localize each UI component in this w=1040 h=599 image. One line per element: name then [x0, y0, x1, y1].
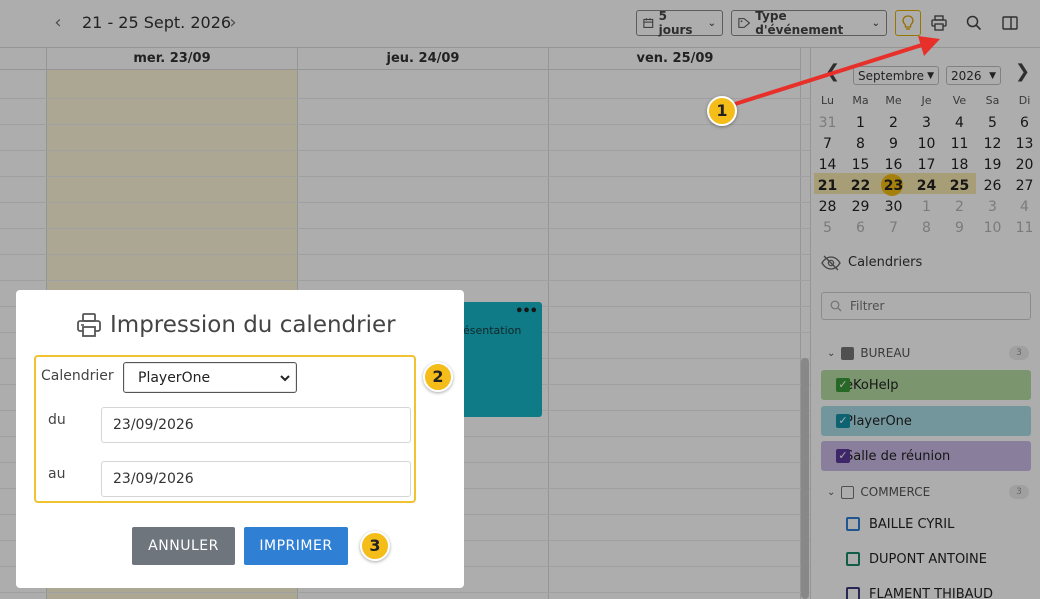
calendar-select[interactable]: PlayerOne: [123, 362, 297, 393]
step-marker-2: 2: [423, 362, 453, 392]
from-date-input[interactable]: 23/09/2026: [101, 407, 411, 443]
print-dialog: Impression du calendrier Calendrier Play…: [16, 290, 464, 588]
dialog-header: Impression du calendrier: [76, 312, 396, 338]
print-submit-button[interactable]: IMPRIMER: [244, 527, 348, 565]
chevron-down-icon: [280, 374, 290, 381]
from-date-label: du: [48, 412, 66, 428]
dialog-title: Impression du calendrier: [110, 312, 396, 338]
to-date-label: au: [48, 466, 66, 482]
to-date-input[interactable]: 23/09/2026: [101, 461, 411, 497]
cancel-button[interactable]: ANNULER: [132, 527, 235, 565]
calendar-label: Calendrier: [41, 368, 114, 384]
step-marker-3: 3: [360, 531, 390, 561]
printer-icon: [77, 313, 101, 337]
calendar-select-value: PlayerOne: [138, 369, 211, 386]
step-marker-1: 1: [707, 96, 737, 126]
